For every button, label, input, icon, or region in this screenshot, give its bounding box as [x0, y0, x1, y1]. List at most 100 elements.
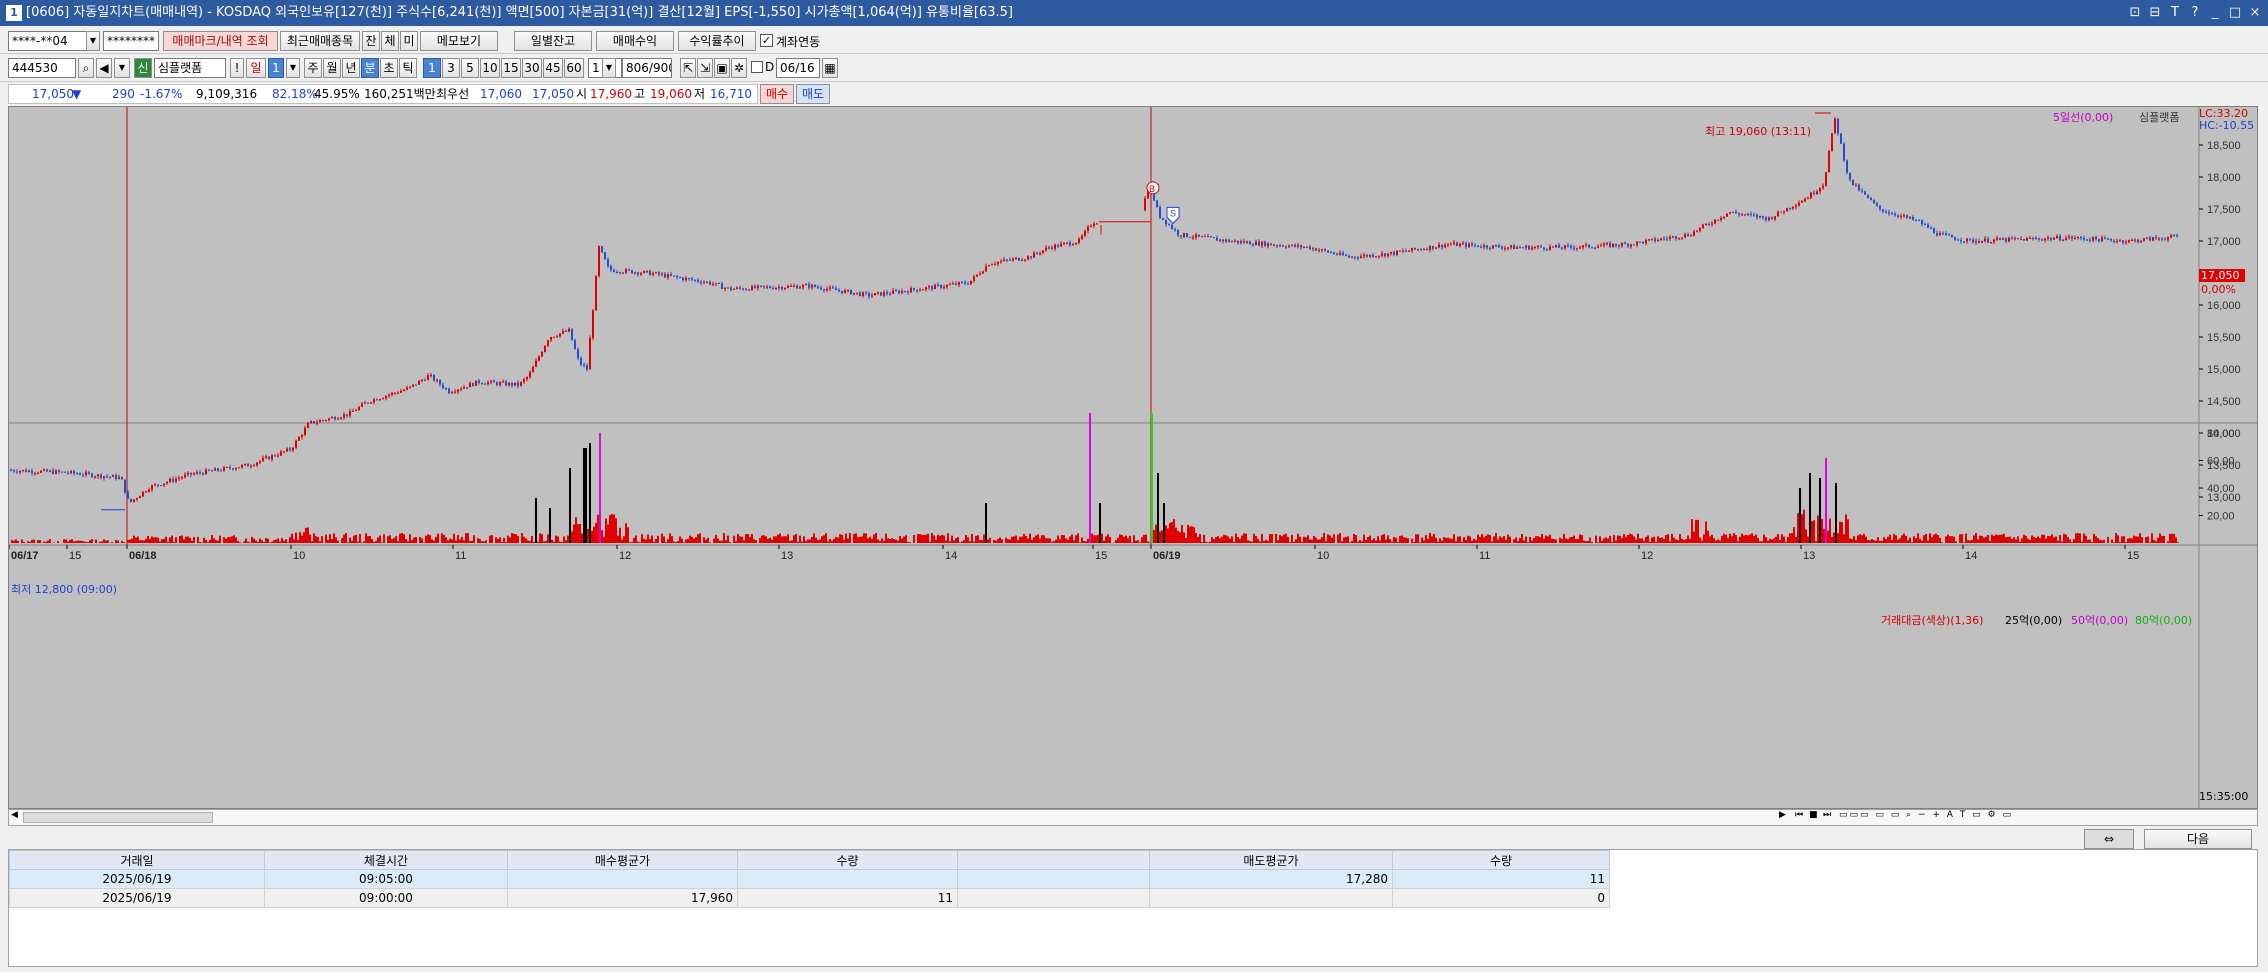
period-tick-button[interactable]: 틱 — [399, 58, 417, 78]
candle-body — [1690, 235, 1692, 237]
hc-label: HC:-10.55 — [2199, 119, 2255, 132]
stock-name-field[interactable]: 심플랫폼 — [154, 58, 226, 78]
alert-icon[interactable]: ! — [230, 58, 244, 78]
chart-tools-icon[interactable]: ▭▭▭ ▭ ▭ ⌕ − + A T ▭ ⚙ ▭ — [1839, 810, 2013, 820]
font-icon[interactable]: T — [2168, 0, 2182, 26]
speaker-icon[interactable]: ◀ — [96, 58, 112, 78]
col-buy-avg[interactable]: 매수평균가 — [507, 850, 738, 870]
candle-body — [415, 384, 417, 386]
buy-button[interactable]: 매수 — [760, 84, 794, 104]
candle-body — [637, 272, 639, 275]
calendar-icon[interactable]: ▦ — [822, 58, 838, 78]
table-row[interactable]: 2025/06/19 09:00:00 17,960 11 0 — [9, 888, 1610, 908]
minute-45-button[interactable]: 45 — [543, 58, 563, 78]
date-checkbox[interactable] — [751, 61, 763, 73]
scroll-first-icon[interactable]: ⏮ — [1795, 810, 1803, 820]
minute-3-button[interactable]: 3 — [442, 58, 460, 78]
table-row[interactable]: 2025/06/19 09:05:00 17,280 11 — [9, 869, 1610, 889]
unexecuted-button[interactable]: 미 — [400, 31, 418, 51]
minute-5-button[interactable]: 5 — [461, 58, 479, 78]
volume-bar — [223, 537, 225, 543]
scroll-left-icon[interactable]: ◀ — [11, 810, 18, 820]
minimize-icon[interactable]: _ — [2208, 0, 2222, 26]
sell-button[interactable]: 매도 — [796, 84, 830, 104]
scroll-thumb[interactable] — [23, 812, 213, 823]
recent-stocks-button[interactable]: 최근매매종목 — [280, 31, 360, 51]
col-sell-qty[interactable]: 수량 — [1392, 850, 1610, 870]
col-exec-time[interactable]: 체결시간 — [264, 850, 508, 870]
horizontal-scrollbar[interactable]: ◀ ▶ ⏮ ■ ⏭ ▭▭▭ ▭ ▭ ⌕ − + A T ▭ ⚙ ▭ — [8, 809, 2258, 826]
period-minute-button[interactable]: 분 — [361, 58, 379, 78]
volume-bar — [1503, 536, 1505, 543]
candle-body — [1069, 242, 1071, 246]
count-dropdown-icon[interactable]: ▼ — [602, 58, 616, 78]
minute-1-button[interactable]: 1 — [423, 58, 441, 78]
range-field[interactable]: 806/900 — [622, 58, 672, 78]
close-icon[interactable]: × — [2248, 0, 2262, 26]
col-empty[interactable] — [957, 850, 1150, 870]
minute-10-button[interactable]: 10 — [480, 58, 500, 78]
candle-body — [688, 277, 690, 279]
zoom-out-icon[interactable]: ⇲ — [697, 58, 713, 78]
daily-balance-button[interactable]: 일별잔고 — [514, 31, 592, 51]
volume-bar — [523, 536, 525, 543]
tile-icon[interactable]: ⊟ — [2148, 0, 2162, 26]
volume-bar — [873, 534, 875, 543]
account-dropdown-icon[interactable]: ▼ — [86, 31, 100, 51]
period-month-button[interactable]: 월 — [323, 58, 341, 78]
volume-bar — [1371, 540, 1373, 543]
period-second-button[interactable]: 초 — [380, 58, 398, 78]
candle-body — [2059, 236, 2061, 241]
col-sell-avg[interactable]: 매도평균가 — [1149, 850, 1393, 870]
volume-bar — [1801, 514, 1803, 543]
candle-body — [613, 270, 615, 273]
volume-bar — [1665, 535, 1667, 543]
help-icon[interactable]: ? — [2188, 0, 2202, 26]
restore-icon[interactable]: ⊡ — [2128, 0, 2142, 26]
volume-bar — [2119, 542, 2121, 543]
volume-bar — [859, 537, 861, 543]
minute-15-button[interactable]: 15 — [501, 58, 521, 78]
minute-60-button[interactable]: 60 — [564, 58, 584, 78]
chart-area[interactable]: 18,50018,00017,50017,00016,50016,00015,5… — [8, 106, 2258, 809]
scroll-right-icon[interactable]: ▶ — [1779, 810, 1786, 820]
period-year-button[interactable]: 년 — [342, 58, 360, 78]
executed-button[interactable]: 체 — [381, 31, 399, 51]
date-input[interactable]: 06/16 — [776, 58, 820, 78]
candle-body — [925, 287, 927, 290]
trade-history-grid[interactable]: 거래일 체결시간 매수평균가 수량 매도평균가 수량 2025/06/19 09… — [8, 849, 2258, 967]
period-day-button[interactable]: 일 — [246, 58, 266, 78]
minute-30-button[interactable]: 30 — [522, 58, 542, 78]
save-icon[interactable]: ▣ — [714, 58, 730, 78]
password-input[interactable]: ******** — [103, 31, 159, 51]
candle-body — [1996, 238, 1998, 240]
volume-bar — [383, 534, 385, 543]
period-week-button[interactable]: 주 — [304, 58, 322, 78]
next-button[interactable]: 다음 — [2144, 829, 2252, 849]
price-chart[interactable]: 18,50018,00017,50017,00016,50016,00015,5… — [9, 107, 2257, 808]
account-link-checkbox[interactable]: ✓ — [760, 34, 773, 47]
maximize-icon[interactable]: □ — [2228, 0, 2242, 26]
stock-code-input[interactable]: 444530 — [8, 58, 76, 78]
settings-icon[interactable]: ✲ — [731, 58, 747, 78]
code-dropdown-icon[interactable]: ▼ — [114, 58, 130, 78]
search-icon[interactable]: ⌕ — [78, 58, 94, 78]
volume-bar — [645, 539, 647, 543]
zoom-icon[interactable]: ⇱ — [680, 58, 696, 78]
period-value[interactable]: 1 — [268, 58, 284, 78]
col-buy-qty[interactable]: 수량 — [737, 850, 958, 870]
col-trade-date[interactable]: 거래일 — [9, 850, 265, 870]
volume-bar — [1583, 540, 1585, 543]
balance-button[interactable]: 잔 — [362, 31, 380, 51]
candle-body — [1282, 245, 1284, 247]
memo-button[interactable]: 메모보기 — [420, 31, 498, 51]
scroll-last-icon[interactable]: ⏭ — [1823, 810, 1831, 820]
volume-bar — [273, 540, 275, 543]
trade-mark-button[interactable]: 매매마크/내역 조회 — [163, 31, 278, 51]
expand-icon[interactable]: ⇔ — [2084, 829, 2134, 849]
period-dropdown-icon[interactable]: ▼ — [286, 58, 300, 78]
trade-profit-button[interactable]: 매매수익 — [596, 31, 674, 51]
stop-icon[interactable]: ■ — [1809, 810, 1818, 820]
volume-bar — [2083, 533, 2085, 543]
profit-rate-button[interactable]: 수익률추이 — [678, 31, 756, 51]
